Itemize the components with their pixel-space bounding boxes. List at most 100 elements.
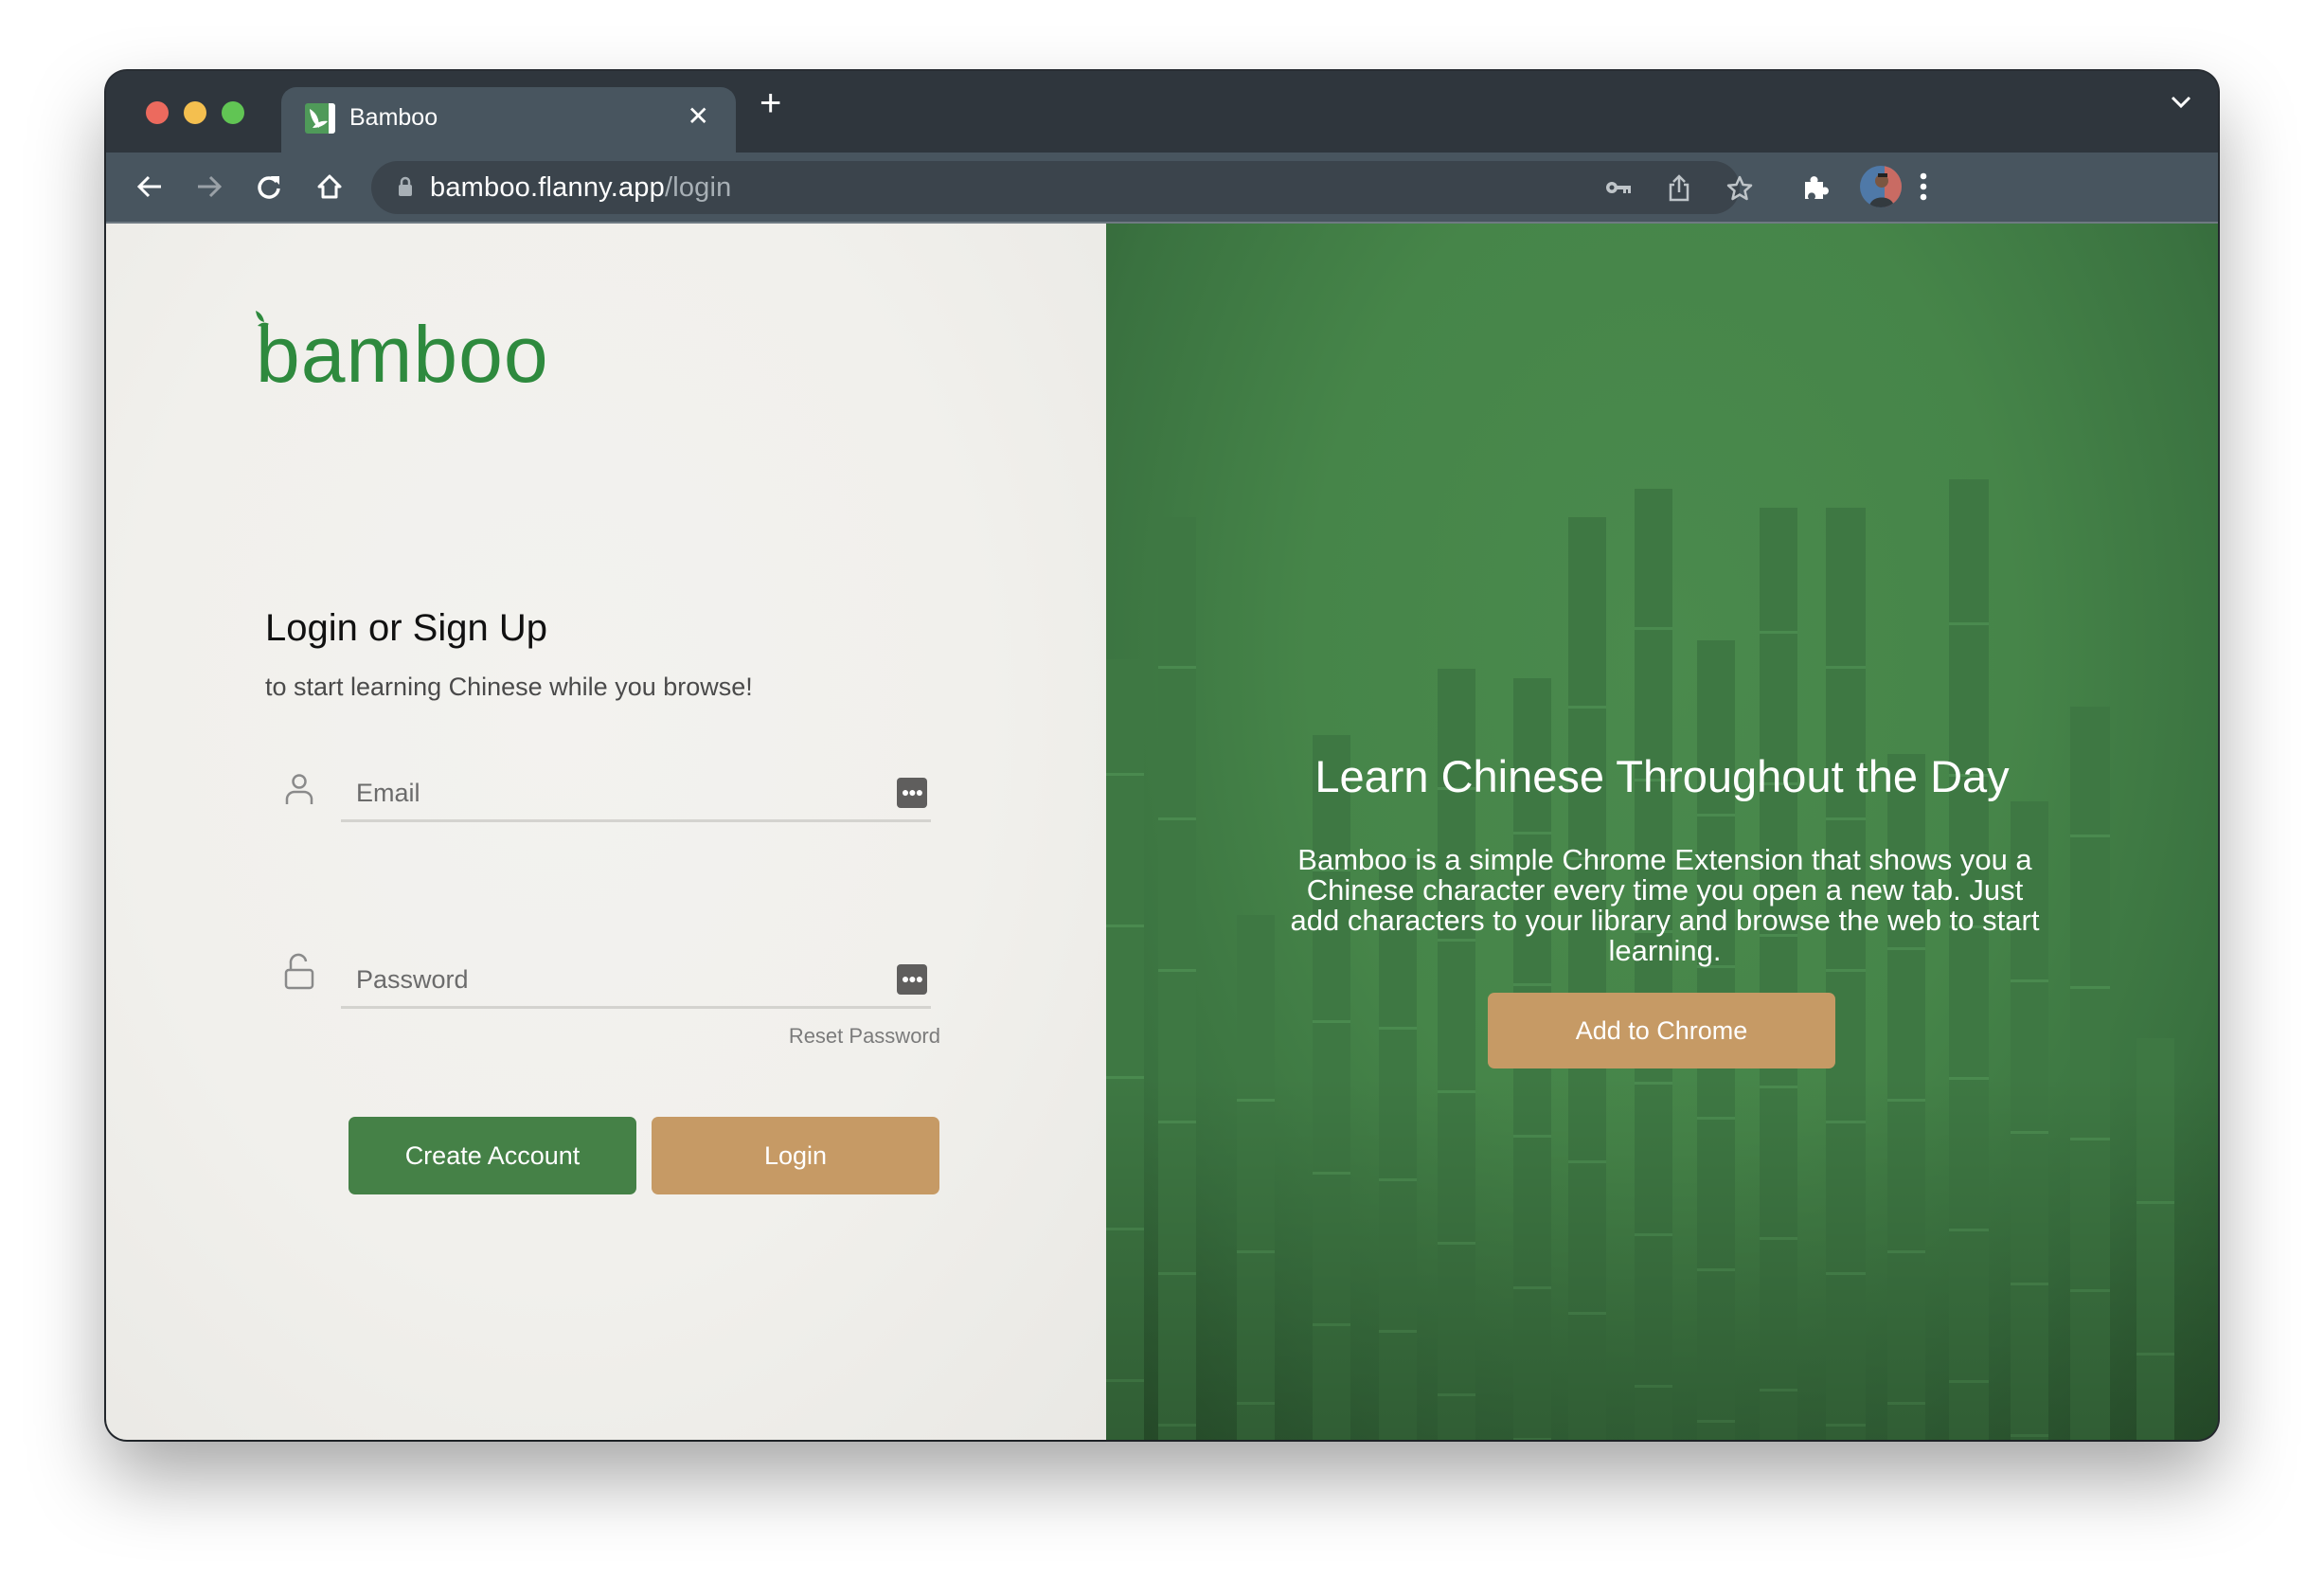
bamboo-node (1697, 1117, 1735, 1120)
bamboo-node (2070, 986, 2110, 989)
bamboo-node (1635, 627, 1672, 630)
bamboo-node (1237, 1250, 1275, 1253)
bamboo-node (1635, 1385, 1672, 1388)
bamboo-node (1826, 969, 1866, 972)
bamboo-node (2011, 1131, 2048, 1134)
forward-arrow-icon[interactable] (190, 168, 228, 206)
password-field[interactable]: ●●● (341, 953, 931, 1009)
back-arrow-icon[interactable] (131, 168, 169, 206)
login-heading: Login or Sign Up (265, 607, 547, 649)
tab-close-icon[interactable]: ✕ (688, 100, 709, 132)
bookmark-star-icon[interactable] (1725, 174, 1754, 207)
home-icon[interactable] (311, 168, 349, 206)
bamboo-node (2011, 1434, 2048, 1437)
bamboo-node (1513, 1286, 1551, 1289)
key-icon[interactable] (1604, 174, 1633, 206)
bamboo-stalk (1760, 508, 1797, 1440)
bamboo-node (1379, 1330, 1417, 1333)
bamboo-node (1313, 1020, 1350, 1023)
bamboo-node (1158, 666, 1196, 669)
bamboo-node (1158, 1272, 1196, 1275)
bamboo-node (1106, 1379, 1144, 1382)
tab-bamboo[interactable]: Bamboo ✕ (281, 87, 736, 153)
bamboo-node (1826, 817, 1866, 820)
bamboo-node (1106, 925, 1144, 927)
reload-icon[interactable] (250, 168, 288, 206)
bamboo-node (1438, 1242, 1475, 1245)
email-field[interactable]: ●●● (341, 766, 931, 822)
bamboo-node (1568, 1160, 1606, 1163)
bamboo-node (1106, 1076, 1144, 1079)
bamboo-node (1826, 666, 1866, 669)
login-button[interactable]: Login (652, 1117, 939, 1194)
url-text[interactable]: bamboo.flanny.app/login (430, 172, 731, 204)
close-window-button[interactable] (146, 101, 169, 124)
bamboo-node (1949, 1229, 1989, 1231)
user-icon (284, 773, 314, 812)
reset-password-link[interactable]: Reset Password (789, 1024, 940, 1049)
bamboo-stalk (2070, 707, 2110, 1440)
bamboo-node (1438, 1393, 1475, 1396)
tab-search-chevron-down-icon[interactable] (2171, 90, 2191, 115)
tab-title: Bamboo (349, 104, 438, 131)
bamboo-node (1826, 1272, 1866, 1275)
bamboo-favicon-icon (305, 103, 335, 134)
bamboo-node (1313, 1323, 1350, 1326)
address-bar[interactable]: bamboo.flanny.app/login (371, 161, 1753, 214)
maximize-window-button[interactable] (222, 101, 244, 124)
bamboo-node (1697, 814, 1735, 817)
promo-description: Bamboo is a simple Chrome Extension that… (1290, 843, 2040, 967)
bamboo-node (2070, 1138, 2110, 1140)
bamboo-logo: bamboo (256, 310, 549, 399)
create-account-button[interactable]: Create Account (349, 1117, 636, 1194)
bamboo-stalk (1158, 517, 1196, 1440)
bamboo-node (1158, 1121, 1196, 1123)
share-icon[interactable] (1668, 174, 1690, 207)
bamboo-node (2070, 1289, 2110, 1292)
add-to-chrome-button[interactable]: Add to Chrome (1488, 993, 1835, 1068)
bamboo-node (1697, 1420, 1735, 1423)
bamboo-node (1949, 1380, 1989, 1383)
bamboo-node (1313, 1172, 1350, 1175)
minimize-window-button[interactable] (184, 101, 206, 124)
new-tab-plus-icon[interactable]: + (760, 84, 781, 122)
bamboo-node (1106, 1228, 1144, 1230)
login-subtitle: to start learning Chinese while you brow… (265, 673, 753, 701)
bamboo-node (1379, 1027, 1417, 1030)
bamboo-node (1887, 1250, 1925, 1253)
page-content: bamboo Login or Sign Up to start learnin… (106, 224, 2218, 1440)
bamboo-node (1568, 706, 1606, 709)
bamboo-node (1379, 1178, 1417, 1181)
url-host: bamboo.flanny.app (430, 172, 665, 203)
promo-panel: Learn Chinese Throughout the Day Bamboo … (1106, 224, 2218, 1440)
password-manager-icon[interactable]: ●●● (897, 778, 927, 808)
bamboo-stalk (1826, 508, 1866, 1440)
bamboo-stalk (1568, 517, 1606, 1440)
bamboo-node (1949, 1077, 1989, 1080)
browser-window: Bamboo ✕ + bamboo.flanny.app/login bambo… (106, 71, 2218, 1440)
bamboo-node (1697, 1268, 1735, 1271)
bamboo-node (1760, 1237, 1797, 1240)
bamboo-node (1158, 969, 1196, 972)
email-input[interactable] (341, 766, 888, 819)
browser-toolbar: bamboo.flanny.app/login (106, 153, 2218, 224)
bamboo-node (1237, 1402, 1275, 1405)
kebab-menu-icon[interactable] (1919, 171, 1928, 206)
bamboo-stalk (1313, 735, 1350, 1440)
bamboo-node (1887, 1402, 1925, 1405)
promo-heading: Learn Chinese Throughout the Day (1314, 751, 2010, 801)
profile-avatar[interactable] (1860, 166, 1902, 212)
bamboo-stalk (1237, 915, 1275, 1440)
bamboo-node (1513, 1135, 1551, 1138)
password-manager-icon[interactable]: ●●● (897, 964, 927, 995)
extensions-puzzle-icon[interactable] (1801, 173, 1830, 206)
password-input[interactable] (341, 953, 888, 1006)
bamboo-node (1158, 817, 1196, 820)
bamboo-node (1949, 622, 1989, 625)
bamboo-node (1760, 1086, 1797, 1088)
login-panel: bamboo Login or Sign Up to start learnin… (106, 224, 1106, 1440)
lock-icon[interactable] (398, 176, 413, 202)
bamboo-node (1826, 1424, 1866, 1427)
unlock-icon (283, 953, 315, 996)
bamboo-node (2011, 979, 2048, 982)
